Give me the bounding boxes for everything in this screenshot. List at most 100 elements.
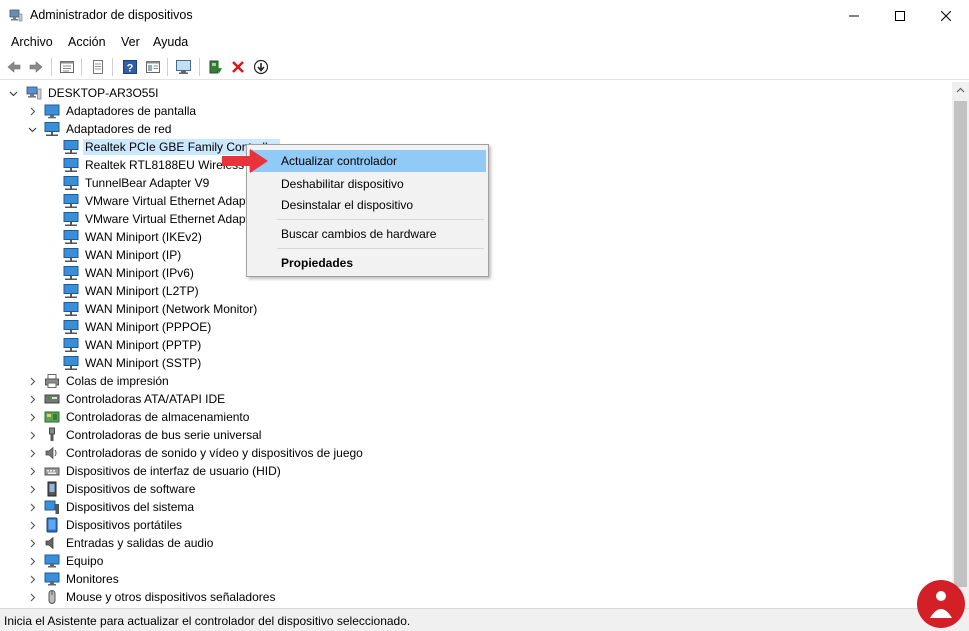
network-adapter-icon	[63, 284, 79, 298]
expander-category[interactable]	[27, 394, 37, 404]
vertical-scrollbar[interactable]	[952, 82, 969, 608]
menu-ver[interactable]: Ver	[121, 35, 140, 49]
tree-category-label: Dispositivos de software	[66, 482, 196, 496]
expander-category[interactable]	[27, 448, 37, 458]
close-button[interactable]	[923, 0, 969, 31]
expander-category[interactable]	[27, 502, 37, 512]
menu-accion[interactable]: Acción	[68, 35, 106, 49]
network-adapter-icon	[63, 230, 79, 244]
menu-ayuda[interactable]: Ayuda	[153, 35, 188, 49]
tree-category[interactable]: Dispositivos de interfaz de usuario (HID…	[44, 462, 283, 480]
scan-hardware-button[interactable]	[174, 57, 194, 77]
expander-category[interactable]	[27, 574, 37, 584]
tree-category-label: Adaptadores de red	[66, 122, 172, 136]
expander-category[interactable]	[27, 376, 37, 386]
menu-uninstall-device[interactable]: Desinstalar el dispositivo	[249, 194, 486, 216]
document-button[interactable]	[88, 57, 108, 77]
scroll-up-button[interactable]	[952, 82, 969, 99]
forward-button[interactable]	[26, 57, 46, 77]
tree-device[interactable]: WAN Miniport (PPPOE)	[63, 318, 213, 336]
expander-category[interactable]	[27, 592, 37, 602]
chevron-right-icon	[30, 521, 35, 529]
tree-device[interactable]: WAN Miniport (L2TP)	[63, 282, 201, 300]
tree-category[interactable]: Controladoras ATA/ATAPI IDE	[44, 390, 227, 408]
expander-category[interactable]	[27, 484, 37, 494]
tree-category[interactable]: Adaptadores de red	[44, 120, 173, 138]
tree-device-label: WAN Miniport (IPv6)	[85, 266, 194, 280]
tree-category[interactable]: Colas de impresión	[44, 372, 171, 390]
menu-archivo[interactable]: Archivo	[11, 35, 53, 49]
network-adapter-icon	[63, 194, 79, 208]
tree-category-label: Entradas y salidas de audio	[66, 536, 214, 550]
help-button[interactable]: ?	[120, 57, 140, 77]
speaker-icon	[45, 446, 57, 460]
network-adapter-icon	[63, 140, 79, 154]
uninstall-button[interactable]	[228, 57, 248, 77]
tree-category[interactable]: Controladoras de bus serie universal	[44, 426, 263, 444]
expander-root[interactable]	[8, 88, 18, 98]
tree-category[interactable]: Controladoras de almacenamiento	[44, 408, 251, 426]
tree-category[interactable]: Entradas y salidas de audio	[44, 534, 215, 552]
expander-display[interactable]	[27, 106, 37, 116]
expander-category[interactable]	[27, 412, 37, 422]
tree-category-label: Mouse y otros dispositivos señaladores	[66, 590, 276, 604]
menu-bar: Archivo Acción Ver Ayuda	[0, 31, 969, 53]
maximize-button[interactable]	[877, 0, 923, 31]
minimize-button[interactable]	[831, 0, 877, 31]
tree-device-label: WAN Miniport (IP)	[85, 248, 182, 262]
toolbar: ?	[0, 54, 969, 80]
tree-device[interactable]: WAN Miniport (Network Monitor)	[63, 300, 259, 318]
tree-device[interactable]: WAN Miniport (IP)	[63, 246, 183, 264]
tree-category[interactable]: Dispositivos de software	[44, 480, 197, 498]
menu-update-driver[interactable]: Actualizar controlador	[249, 150, 486, 172]
tree-category[interactable]: Mouse y otros dispositivos señaladores	[44, 588, 277, 606]
view-pane-button[interactable]	[143, 57, 163, 77]
tree-category-label: Dispositivos de interfaz de usuario (HID…	[66, 464, 281, 478]
tree-device[interactable]: VMware Virtual Ethernet Adapt	[63, 210, 251, 228]
tree-category-label: Adaptadores de pantalla	[66, 104, 197, 118]
tree-category-label: Controladoras ATA/ATAPI IDE	[66, 392, 226, 406]
expander-category[interactable]	[27, 520, 37, 530]
document-icon	[93, 60, 103, 74]
tree-root[interactable]: DESKTOP-AR3O55I	[26, 84, 160, 102]
expander-category[interactable]	[27, 538, 37, 548]
tree-category[interactable]: Dispositivos del sistema	[44, 498, 196, 516]
scrollbar-thumb[interactable]	[954, 101, 967, 587]
tree-category-label: Controladoras de almacenamiento	[66, 410, 250, 424]
tree-category[interactable]: Dispositivos portátiles	[44, 516, 184, 534]
tree-device[interactable]: WAN Miniport (IKEv2)	[63, 228, 204, 246]
tree-category[interactable]: Monitores	[44, 570, 121, 588]
menu-disable-device[interactable]: Deshabilitar dispositivo	[249, 173, 486, 195]
chevron-right-icon	[30, 485, 35, 493]
back-button[interactable]	[4, 57, 24, 77]
tree-category-label: Controladoras de sonido y vídeo y dispos…	[66, 446, 363, 460]
network-adapter-icon	[63, 248, 79, 262]
device-manager-icon	[9, 9, 23, 22]
tree-device[interactable]: WAN Miniport (PPTP)	[63, 336, 203, 354]
tree-device[interactable]: TunnelBear Adapter V9	[63, 174, 211, 192]
update-driver-button[interactable]	[205, 57, 225, 77]
tree-category[interactable]: Adaptadores de pantalla	[44, 102, 198, 120]
status-bar: Inicia el Asistente para actualizar el c…	[0, 608, 969, 631]
tree-device[interactable]: WAN Miniport (IPv6)	[63, 264, 196, 282]
tree-category[interactable]: Controladoras de sonido y vídeo y dispos…	[44, 444, 365, 462]
chevron-right-icon	[30, 449, 35, 457]
tree-category[interactable]: Equipo	[44, 552, 105, 570]
expander-category[interactable]	[27, 466, 37, 476]
expander-category[interactable]	[27, 430, 37, 440]
title-bar: Administrador de dispositivos	[0, 0, 969, 31]
expander-category[interactable]	[27, 556, 37, 566]
disable-button[interactable]	[251, 57, 271, 77]
chevron-up-icon	[956, 87, 965, 93]
tree-device[interactable]: WAN Miniport (SSTP)	[63, 354, 203, 372]
menu-scan-hardware[interactable]: Buscar cambios de hardware	[249, 223, 486, 245]
network-adapter-icon	[44, 122, 60, 136]
chevron-right-icon	[30, 539, 35, 547]
chevron-right-icon	[30, 395, 35, 403]
tree-device[interactable]: VMware Virtual Ethernet Adapt	[63, 192, 251, 210]
audio-io-icon	[45, 536, 54, 550]
expander-network[interactable]	[27, 124, 37, 134]
menu-properties[interactable]: Propiedades	[249, 252, 486, 274]
properties-list-button[interactable]	[57, 57, 77, 77]
tree-device-label: TunnelBear Adapter V9	[85, 176, 210, 190]
